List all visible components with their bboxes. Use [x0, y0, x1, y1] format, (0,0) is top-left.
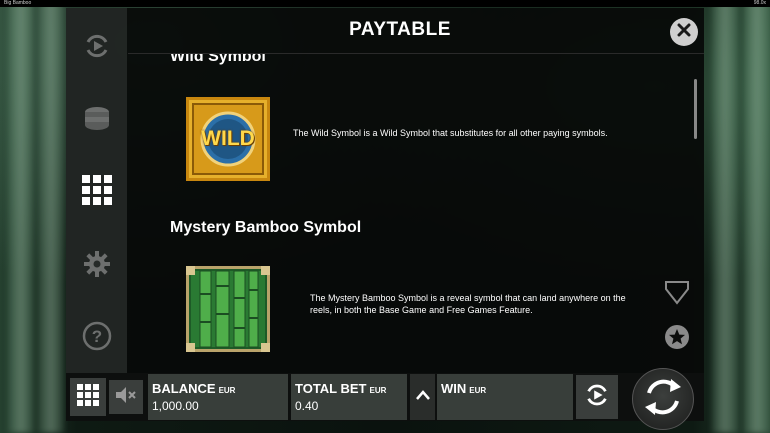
sidebar-item-bet[interactable] — [66, 98, 127, 138]
menu-button[interactable] — [70, 378, 106, 416]
grid-icon — [77, 383, 99, 411]
autoplay-icon — [583, 381, 611, 414]
balance-value: 1,000.00 — [152, 399, 199, 413]
balance-panel: BALANCE EUR 1,000.00 — [148, 374, 288, 420]
chevron-up-icon — [415, 388, 431, 406]
sidebar-item-paytable[interactable] — [66, 170, 127, 210]
total-bet-panel[interactable]: TOTAL BET EUR 0.40 — [291, 374, 407, 420]
spin-arrows-icon — [641, 375, 685, 424]
sidebar-item-settings[interactable] — [66, 244, 127, 284]
autoplay-button[interactable] — [576, 375, 618, 419]
spin-button[interactable] — [632, 368, 694, 430]
balance-currency: EUR — [218, 386, 236, 395]
grid-icon — [81, 174, 113, 206]
wild-symbol-text: WILD — [201, 127, 255, 150]
bet-increase-button[interactable] — [410, 374, 435, 420]
win-currency: EUR — [469, 386, 487, 395]
help-icon: ? — [82, 321, 112, 351]
bamboo-stalk — [712, 0, 738, 433]
bamboo-stalk — [744, 0, 770, 433]
win-label: WIN — [441, 381, 467, 396]
window-right-label: 98.0x — [753, 0, 766, 6]
bamboo-stalk — [38, 0, 64, 433]
mystery-bamboo-symbol-image — [186, 266, 270, 352]
close-button[interactable] — [670, 18, 698, 46]
window-title: Big Bamboo — [4, 0, 32, 6]
scroll-down-button[interactable] — [662, 280, 692, 308]
sidebar-item-autoplay[interactable] — [66, 26, 127, 66]
close-icon — [677, 23, 691, 42]
svg-text:?: ? — [91, 327, 101, 346]
bamboo-stalk — [8, 0, 34, 433]
total-bet-value: 0.40 — [295, 399, 319, 413]
section-heading-wild: Wild Symbol — [170, 54, 266, 65]
paytable-content[interactable]: Wild Symbol WILD The Wild Symbol is a Wi… — [128, 54, 698, 373]
coins-icon — [82, 103, 112, 133]
autoplay-icon — [82, 31, 112, 61]
speaker-muted-icon — [115, 386, 137, 409]
total-bet-currency: EUR — [369, 386, 387, 395]
wild-symbol-description: The Wild Symbol is a Wild Symbol that su… — [293, 128, 608, 138]
star-icon — [664, 324, 690, 355]
page-title: PAYTABLE — [349, 19, 451, 40]
sidebar-item-help[interactable]: ? — [66, 316, 127, 356]
chevron-down-icon — [664, 279, 690, 310]
mystery-bamboo-description: The Mystery Bamboo Symbol is a reveal sy… — [310, 293, 626, 315]
scrollbar[interactable] — [694, 79, 697, 139]
sidebar: ? — [66, 8, 127, 373]
wild-symbol-image: WILD — [186, 97, 270, 181]
favorite-button[interactable] — [663, 324, 691, 355]
balance-label: BALANCE — [152, 381, 216, 396]
total-bet-label: TOTAL BET — [295, 381, 367, 396]
window-titlebar: Big Bamboo 98.0x — [0, 0, 770, 7]
win-panel: WIN EUR — [437, 374, 573, 420]
section-heading-mystery-bamboo: Mystery Bamboo Symbol — [170, 219, 362, 236]
gear-icon — [83, 250, 111, 278]
sound-toggle-button[interactable] — [109, 380, 143, 414]
